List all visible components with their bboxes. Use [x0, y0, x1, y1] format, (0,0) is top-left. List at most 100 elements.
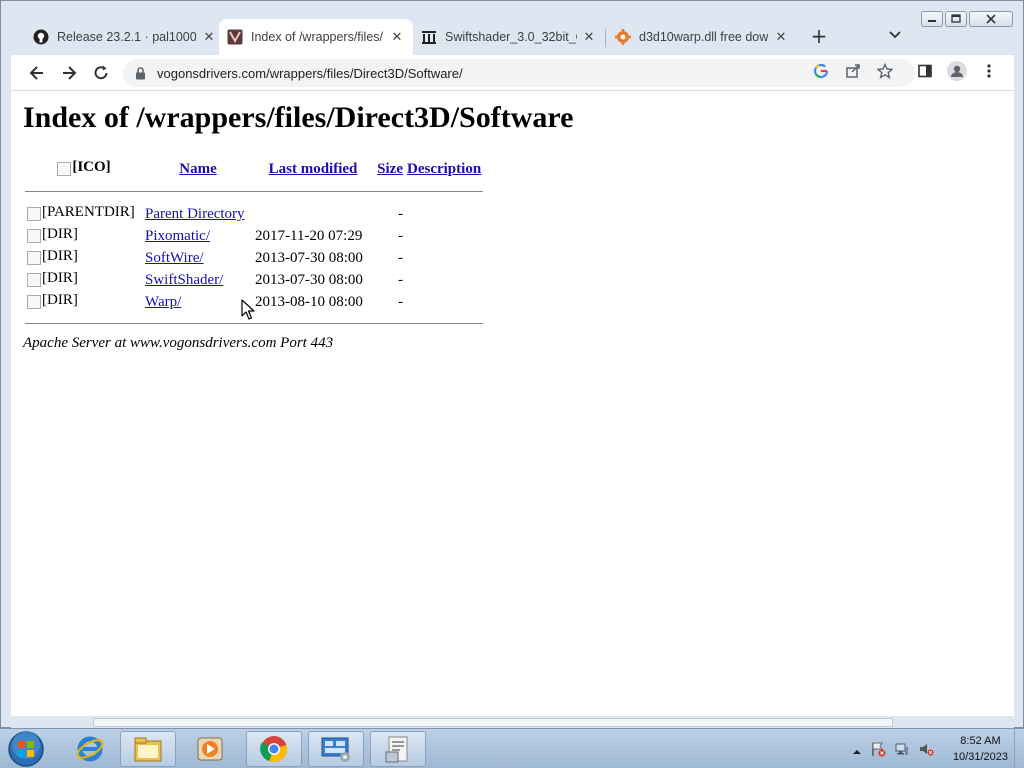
taskbar: 8:52 AM 10/31/2023 [0, 728, 1024, 768]
pixomatic-link[interactable]: Pixomatic/ [145, 228, 210, 244]
back-arrow-icon [29, 66, 43, 80]
google-lens-icon[interactable] [811, 61, 831, 81]
archive-icon [421, 29, 437, 45]
broken-image-icon [57, 161, 72, 176]
row-size: - [398, 206, 403, 222]
show-hidden-icons-icon[interactable] [852, 742, 862, 761]
system-tray [852, 741, 934, 761]
page-content: Index of /wrappers/files/Direct3D/Softwa… [11, 91, 1014, 716]
sort-by-name-link[interactable]: Name [179, 161, 217, 177]
tab-close-icon[interactable]: ✕ [201, 29, 217, 45]
profile-avatar-icon[interactable] [947, 61, 967, 81]
row-size: - [398, 250, 403, 266]
menu-dots-icon[interactable] [979, 61, 999, 81]
sort-by-size-link[interactable]: Size [377, 161, 403, 177]
row-modified: 2013-08-10 08:00 [255, 294, 363, 310]
sort-by-description-link[interactable]: Description [407, 161, 481, 177]
back-button[interactable] [25, 61, 49, 85]
tab-title: Release 23.2.1 · pal1000/ [57, 30, 197, 44]
row-icon-alt: [PARENTDIR] [42, 204, 135, 221]
browser-toolbar: vogonsdrivers.com/wrappers/files/Direct3… [11, 55, 1014, 91]
new-tab-button[interactable]: + [807, 25, 831, 49]
row-modified: 2013-07-30 08:00 [255, 250, 363, 266]
softwire-link[interactable]: SoftWire/ [145, 250, 204, 266]
last-modified-column-header[interactable]: Last modified [253, 157, 373, 182]
listing-header-row: [ICO] Name Last modified Size Descriptio… [25, 157, 483, 182]
row-icon-alt: [DIR] [42, 226, 78, 243]
broken-image-icon [27, 228, 41, 243]
row-modified [253, 204, 373, 226]
scrollbar-thumb[interactable] [93, 718, 893, 727]
tab-title: d3d10warp.dll free down [639, 30, 769, 44]
row-icon-alt: [DIR] [42, 270, 78, 287]
browser-window: Release 23.2.1 · pal1000/ ✕ Index of /wr… [0, 0, 1024, 729]
taskbar-chrome[interactable] [246, 731, 302, 767]
tab-title: Swiftshader_3.0_32bit_O [445, 30, 577, 44]
table-row: [PARENTDIR] Parent Directory - [25, 204, 483, 226]
tab-release[interactable]: Release 23.2.1 · pal1000/ ✕ [25, 19, 225, 55]
row-size: - [398, 294, 403, 310]
tab-d3d10warp[interactable]: d3d10warp.dll free down ✕ [607, 19, 797, 55]
tab-separator [605, 29, 606, 47]
program-icon [385, 736, 408, 763]
name-column-header[interactable]: Name [143, 157, 253, 182]
row-modified: 2017-11-20 07:29 [255, 228, 363, 244]
broken-image-icon [27, 250, 41, 265]
tab-close-icon[interactable]: ✕ [581, 29, 597, 45]
clock-date: 10/31/2023 [952, 751, 1008, 763]
warp-link[interactable]: Warp/ [145, 294, 181, 310]
url-text: vogonsdrivers.com/wrappers/files/Direct3… [157, 65, 463, 81]
taskbar-internet-explorer[interactable] [62, 731, 118, 767]
windows-orb-icon [8, 731, 44, 767]
clock-time: 8:52 AM [960, 735, 1001, 747]
tab-swiftshader[interactable]: Swiftshader_3.0_32bit_O ✕ [413, 19, 605, 55]
show-desktop-button[interactable] [1014, 729, 1024, 768]
media-player-icon [197, 737, 223, 761]
broken-image-icon [27, 272, 41, 287]
vogons-icon [227, 29, 243, 45]
github-icon [33, 29, 49, 45]
forward-arrow-icon [63, 66, 77, 80]
file-explorer-icon [134, 737, 162, 762]
swiftshader-link[interactable]: SwiftShader/ [145, 272, 223, 288]
parent-directory-link[interactable]: Parent Directory [145, 206, 245, 222]
taskbar-program[interactable] [370, 731, 426, 767]
volume-muted-icon[interactable] [918, 741, 934, 761]
tab-search-chevron-icon[interactable] [887, 28, 903, 44]
address-bar[interactable]: vogonsdrivers.com/wrappers/files/Direct3… [123, 59, 915, 87]
side-panel-icon[interactable] [915, 61, 935, 81]
reload-icon [94, 65, 108, 80]
row-size: - [398, 228, 403, 244]
table-row: [DIR] SwiftShader/ 2013-07-30 08:00 - [25, 270, 483, 292]
row-size: - [398, 272, 403, 288]
sort-by-modified-link[interactable]: Last modified [269, 161, 358, 177]
tab-close-icon[interactable]: ✕ [389, 29, 405, 45]
internet-explorer-icon [76, 736, 104, 762]
control-panel-icon [321, 737, 350, 762]
tab-close-icon[interactable]: ✕ [773, 29, 789, 45]
row-icon-alt: [DIR] [42, 292, 78, 309]
share-icon[interactable] [843, 61, 863, 81]
dll-site-icon [615, 29, 631, 45]
table-row: [DIR] SoftWire/ 2013-07-30 08:00 - [25, 248, 483, 270]
forward-button[interactable] [57, 61, 81, 85]
server-signature: Apache Server at www.vogonsdrivers.com P… [23, 335, 334, 351]
taskbar-file-explorer[interactable] [120, 731, 176, 767]
icon-column-header: [ICO] [25, 157, 143, 182]
action-center-flag-icon[interactable] [870, 741, 886, 761]
taskbar-media-player[interactable] [182, 731, 238, 767]
taskbar-control-panel[interactable] [308, 731, 364, 767]
row-icon-alt: [DIR] [42, 248, 78, 265]
tab-title: Index of /wrappers/files/ [251, 30, 384, 44]
reload-button[interactable] [89, 61, 113, 85]
clock[interactable]: 8:52 AM 10/31/2023 [953, 733, 1008, 765]
description-column-header[interactable]: Description [405, 157, 483, 182]
size-column-header[interactable]: Size [373, 157, 405, 182]
row-modified: 2013-07-30 08:00 [255, 272, 363, 288]
tab-index-of[interactable]: Index of /wrappers/files/ ✕ [219, 19, 413, 55]
table-row: [DIR] Pixomatic/ 2017-11-20 07:29 - [25, 226, 483, 248]
bookmark-star-icon[interactable] [875, 61, 895, 81]
network-icon[interactable] [894, 741, 910, 761]
broken-image-icon [27, 294, 41, 309]
start-button[interactable] [4, 730, 48, 768]
